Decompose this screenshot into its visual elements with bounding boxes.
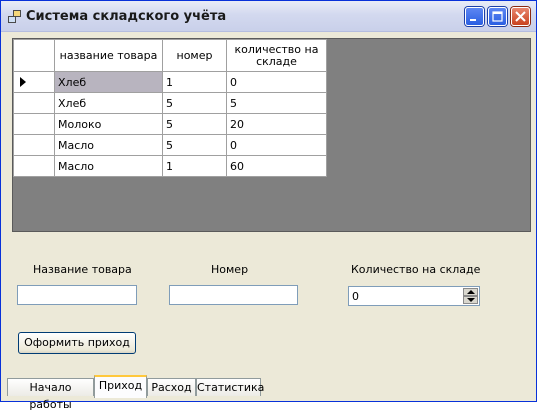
window-title: Система складского учёта	[26, 9, 227, 24]
table-cell[interactable]: Масло	[54, 134, 163, 156]
column-header-quantity[interactable]: количество на складе	[226, 39, 327, 72]
table-row[interactable]: Молоко 5 20	[13, 113, 327, 135]
column-header-name[interactable]: название товара	[54, 39, 163, 72]
table-cell[interactable]: Молоко	[54, 113, 163, 135]
tab-receipt[interactable]: Приход	[94, 375, 147, 398]
table-cell[interactable]: 5	[162, 134, 227, 156]
table-row[interactable]: Масло 5 0	[13, 134, 327, 156]
table-cell[interactable]: 60	[226, 155, 327, 177]
title-bar[interactable]: Система складского учёта	[1, 1, 536, 32]
quantity-stepper[interactable]: 0	[348, 286, 480, 306]
table-row[interactable]: Хлеб 1 0	[13, 71, 327, 93]
tab-strip: Начало работы Приход Расход Статистика	[4, 375, 533, 411]
submit-receipt-button[interactable]: Оформить приход	[18, 332, 136, 354]
stepper-buttons	[463, 288, 478, 304]
grid-header-row: название товара номер количество на скла…	[13, 39, 327, 72]
table-cell[interactable]: 1	[162, 155, 227, 177]
stepper-down-button[interactable]	[463, 296, 478, 304]
close-button[interactable]	[511, 7, 530, 26]
row-header[interactable]	[13, 155, 55, 177]
row-header[interactable]	[13, 134, 55, 156]
quantity-value: 0	[352, 290, 359, 303]
table-cell[interactable]: Масло	[54, 155, 163, 177]
minimize-button[interactable]	[465, 7, 484, 26]
row-header[interactable]	[13, 71, 55, 93]
chevron-down-icon	[467, 298, 475, 302]
table-row[interactable]: Масло 1 60	[13, 155, 327, 177]
tab-statistics[interactable]: Статистика	[196, 378, 264, 396]
tab-expense[interactable]: Расход	[147, 378, 196, 396]
product-name-input[interactable]	[17, 285, 137, 305]
product-name-label: Название товара	[33, 263, 132, 276]
maximize-button[interactable]	[488, 7, 507, 26]
table-row[interactable]: Хлеб 5 5	[13, 92, 327, 114]
table-cell[interactable]: Хлеб	[54, 92, 163, 114]
row-header[interactable]	[13, 113, 55, 135]
tab-start[interactable]: Начало работы	[7, 378, 94, 411]
app-icon	[8, 10, 21, 23]
table-cell[interactable]: 20	[226, 113, 327, 135]
row-pointer-icon	[20, 77, 26, 87]
table-cell[interactable]: 5	[226, 92, 327, 114]
quantity-label: Количество на складе	[351, 263, 481, 276]
minimize-icon	[470, 19, 476, 21]
maximize-icon	[492, 11, 503, 22]
client-area: название товара номер количество на скла…	[4, 32, 533, 411]
table-cell[interactable]: Хлеб	[54, 71, 163, 93]
chevron-up-icon	[467, 290, 475, 294]
stepper-up-button[interactable]	[463, 288, 478, 296]
table-cell[interactable]: 5	[162, 113, 227, 135]
row-header[interactable]	[13, 92, 55, 114]
main-window: Система складского учёта название товара…	[0, 0, 537, 411]
table-cell[interactable]: 1	[162, 71, 227, 93]
number-label: Номер	[211, 263, 249, 276]
close-icon	[515, 11, 526, 22]
table-cell[interactable]: 5	[162, 92, 227, 114]
column-header-number[interactable]: номер	[162, 39, 227, 72]
data-grid[interactable]: название товара номер количество на скла…	[12, 38, 531, 232]
table-cell[interactable]: 0	[226, 71, 327, 93]
row-header-corner	[13, 39, 55, 72]
grid-table: название товара номер количество на скла…	[13, 39, 327, 177]
table-cell[interactable]: 0	[226, 134, 327, 156]
number-input[interactable]	[169, 285, 298, 305]
